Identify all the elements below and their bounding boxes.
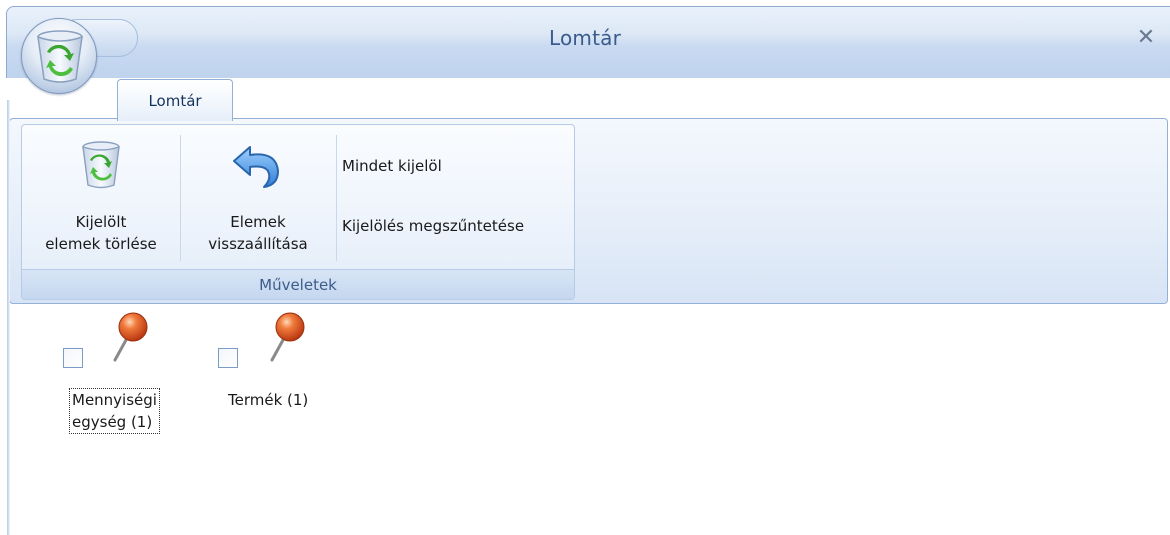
delete-selected-label-line1: Kijelölt: [75, 213, 127, 231]
ribbon-separator: [336, 135, 337, 261]
item-label-line1: Termék (1): [228, 391, 309, 409]
recycle-bin-window: Lomtár ✕ Lomtár Kijelölt elemek törlése …: [0, 0, 1170, 535]
pushpin-icon: [270, 312, 305, 362]
ribbon-group-label: Műveletek: [22, 269, 574, 299]
restore-items-label-line1: Elemek: [230, 213, 286, 231]
item-label-line1: Mennyiségi: [72, 391, 157, 409]
window-title: Lomtár: [548, 26, 622, 50]
ribbon: Kijelölt elemek törlése Elemek visszaáll…: [9, 118, 1168, 304]
restore-items-label-line2: visszaállítása: [208, 235, 308, 253]
item-checkbox[interactable]: [218, 348, 238, 368]
pushpin-icon: [113, 312, 148, 362]
deselect-all-button[interactable]: Kijelölés megszűntetése: [338, 212, 528, 240]
item-label: Mennyiségi egység (1): [69, 388, 160, 434]
delete-selected-button[interactable]: Kijelölt elemek törlése: [24, 133, 178, 263]
window-left-border: [0, 100, 10, 535]
item-label-line2: egység (1): [72, 413, 153, 431]
tab-lomtar[interactable]: Lomtár: [117, 79, 233, 121]
close-button[interactable]: ✕: [1134, 27, 1158, 51]
select-all-button[interactable]: Mindet kijelöl: [338, 152, 446, 180]
delete-selected-label-line2: elemek törlése: [45, 235, 157, 253]
recycle-bin-icon: [82, 141, 120, 189]
undo-arrow-icon: [233, 146, 279, 188]
item-checkbox[interactable]: [63, 348, 83, 368]
item-label: Termék (1): [228, 389, 308, 411]
restore-items-button[interactable]: Elemek visszaállítása: [181, 133, 335, 263]
ribbon-group-muveletek: Kijelölt elemek törlése Elemek visszaáll…: [21, 124, 575, 300]
